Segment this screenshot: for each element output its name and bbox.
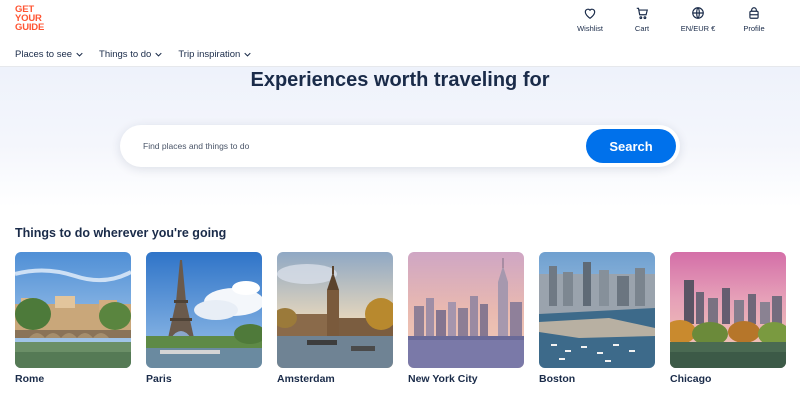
destination-label: Rome [15,373,45,385]
search-button[interactable]: Search [586,129,676,163]
new-york-photo [408,252,524,368]
chicago-photo [670,252,786,368]
search-bar: Search [120,125,680,167]
menu-things-to-do[interactable]: Things to do [99,49,162,60]
chevron-down-icon [76,52,83,57]
destination-label: Chicago [670,373,712,385]
cart-button[interactable]: Cart [616,4,668,33]
hero-title: Experiences worth traveling for [250,69,550,91]
profile-label: Profile [743,24,765,33]
main-menu: Places to see Things to do Trip inspirat… [15,49,251,60]
menu-trip-inspiration[interactable]: Trip inspiration [178,49,251,60]
globe-icon [692,7,704,19]
menu-item-label: Places to see [15,49,73,60]
wishlist-label: Wishlist [577,24,603,33]
boston-photo [539,252,655,368]
destination-card-new-york-city[interactable]: New York City [408,252,524,385]
destination-label: New York City [408,373,478,385]
destination-card-rome[interactable]: Rome [15,252,131,385]
destination-label: Amsterdam [277,373,335,385]
destinations-title: Things to do wherever you're going [15,226,227,240]
destination-card-paris[interactable]: Paris [146,252,262,385]
cart-label: Cart [634,24,650,33]
cart-icon [636,7,648,20]
destination-label: Boston [539,373,576,385]
destination-card-boston[interactable]: Boston [539,252,655,385]
chevron-down-icon [155,52,162,57]
logo-line: GUIDE [15,22,45,33]
getyourguide-logo[interactable]: GET YOUR GUIDE [15,5,55,33]
profile-icon [749,7,759,19]
rome-photo [15,252,131,368]
destination-card-chicago[interactable]: Chicago [670,252,786,385]
site-header: GET YOUR GUIDE Wishlist Cart EN/EUR € Pr… [0,0,800,67]
search-input[interactable] [143,138,543,154]
heart-icon [584,8,596,19]
destination-label: Paris [146,373,172,385]
menu-item-label: Things to do [99,49,152,60]
amsterdam-photo [277,252,393,368]
profile-button[interactable]: Profile [728,4,780,33]
menu-item-label: Trip inspiration [178,49,241,60]
paris-photo [146,252,262,368]
header-actions: Wishlist Cart EN/EUR € Profile [564,4,780,33]
language-currency-button[interactable]: EN/EUR € [668,4,728,33]
destination-card-amsterdam[interactable]: Amsterdam [277,252,393,385]
destination-cards: Rome Paris Amsterdam New York City Bosto… [15,252,786,385]
wishlist-button[interactable]: Wishlist [564,4,616,33]
hero-section: Experiences worth traveling for Search [0,67,800,207]
language-currency-label: EN/EUR € [680,24,716,33]
menu-places-to-see[interactable]: Places to see [15,49,83,60]
chevron-down-icon [244,52,251,57]
